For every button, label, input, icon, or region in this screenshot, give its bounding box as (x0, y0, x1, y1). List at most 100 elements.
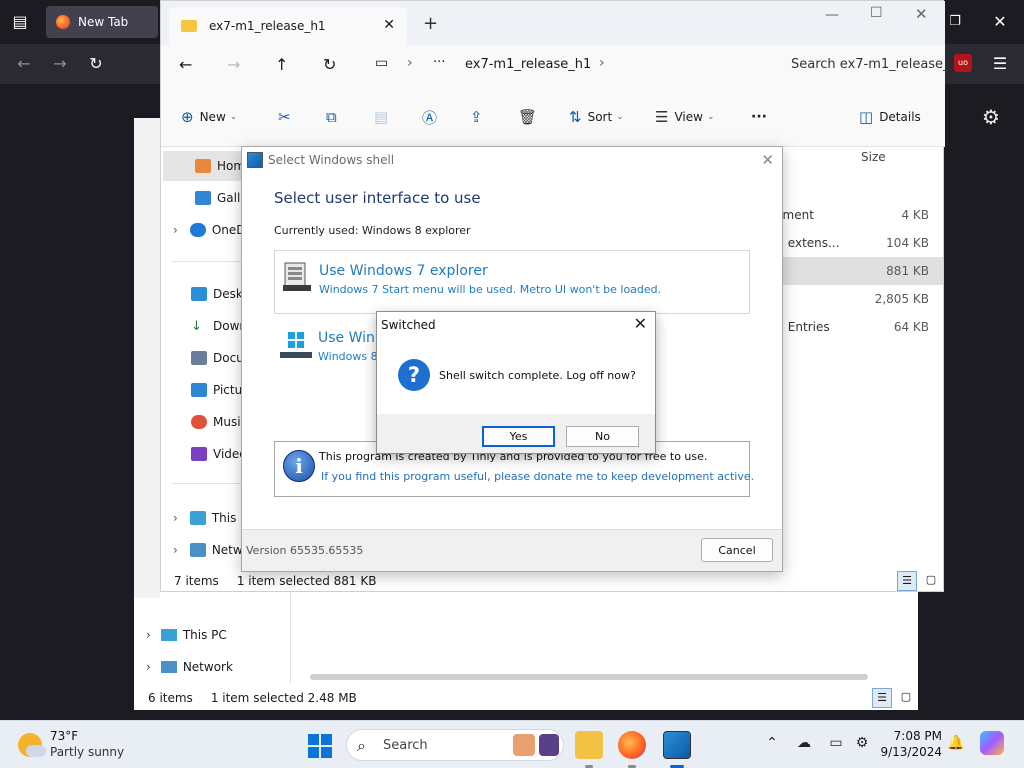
chevron-right-icon: › (407, 55, 413, 71)
no-button[interactable]: No (566, 426, 639, 447)
details-button[interactable]: ◫ Details (859, 107, 921, 127)
file-row-selected[interactable]: tion881 KB (761, 257, 943, 285)
settings-tray-icon[interactable]: ⚙ (852, 735, 872, 751)
mouse-cursor (377, 286, 383, 296)
expand-chevron-icon[interactable]: › (173, 223, 178, 237)
delete-icon[interactable]: 🗑 (518, 107, 537, 127)
nav-item-documents[interactable]: Docu (191, 344, 244, 372)
back-icon[interactable]: ← (179, 55, 192, 74)
option-windows7-explorer[interactable]: Use Windows 7 explorer Windows 7 Start m… (274, 250, 750, 314)
file-size: 64 KB (893, 320, 929, 334)
up-icon[interactable]: ↑ (275, 55, 288, 74)
share-icon[interactable]: ⇪ (470, 107, 483, 127)
minimize-icon[interactable]: — (825, 7, 839, 23)
back-nav-network[interactable]: › Network (146, 652, 233, 682)
file-row[interactable]: tion2,805 KB (761, 285, 943, 313)
clock-time[interactable]: 7:08 PM (892, 729, 942, 743)
breadcrumb-folder[interactable]: ex7-m1_release_h1 (465, 57, 591, 72)
cut-icon[interactable]: ✂ (278, 107, 291, 127)
cancel-button[interactable]: Cancel (701, 538, 773, 562)
details-view-icon[interactable]: ☰ (897, 571, 917, 591)
paste-icon[interactable]: ▤ (374, 107, 388, 127)
file-row[interactable]: ler (761, 341, 943, 369)
firefox-tab-new-tab[interactable]: New Tab (46, 6, 158, 38)
file-row[interactable]: tion extens... 104 KB (761, 229, 943, 257)
onedrive-icon (189, 223, 206, 237)
option-description: Windows 8 (318, 350, 378, 363)
chevron-right-icon: › (599, 55, 605, 71)
expand-chevron-icon[interactable]: › (146, 660, 151, 674)
nav-item-gallery[interactable]: Galle (195, 184, 248, 212)
file-row[interactable]: tion Entries 64 KB (761, 313, 943, 341)
taskbar-search[interactable]: ⌕ Search (346, 729, 564, 761)
close-icon[interactable]: ✕ (761, 151, 774, 169)
nav-item-this-pc[interactable]: › This (173, 504, 236, 532)
restore-icon[interactable]: ❐ (945, 12, 965, 32)
window-close-icon[interactable]: ✕ (915, 5, 928, 23)
notification-bell-icon[interactable]: 🔔 (946, 735, 966, 751)
question-icon: ? (398, 359, 430, 391)
back-icon[interactable]: ← (14, 54, 34, 74)
this-pc-icon[interactable]: ▭ (375, 55, 388, 71)
copilot-icon[interactable] (980, 731, 1004, 755)
breadcrumb-more[interactable]: ··· (433, 55, 445, 70)
status-selected: 1 item selected 2.48 MB (210, 691, 357, 705)
expand-chevron-icon[interactable]: › (173, 543, 178, 557)
close-tab-icon[interactable]: ✕ (383, 17, 395, 33)
size-column-header[interactable]: Size (861, 150, 886, 164)
weather-temp: 73°F (50, 729, 79, 743)
nav-item-onedrive[interactable]: › OneD (173, 216, 246, 244)
forward-icon[interactable]: → (227, 55, 240, 74)
nav-item-music[interactable]: Musi (191, 408, 241, 436)
clock-date[interactable]: 9/13/2024 (880, 745, 942, 759)
display-tray-icon[interactable]: ▭ (826, 735, 846, 751)
close-icon[interactable]: ✕ (990, 12, 1010, 32)
nav-item-downloads[interactable]: ↓ Down (191, 312, 247, 340)
file-list: Size ocument4 KB tion extens...104 KB ti… (761, 147, 943, 567)
back-nav-this-pc[interactable]: › This PC (146, 620, 227, 650)
version-label: Version 65535.65535 (246, 544, 364, 557)
expand-chevron-icon[interactable]: › (146, 628, 151, 642)
close-icon[interactable]: ✕ (634, 314, 647, 333)
start-icon-tile (308, 747, 319, 758)
tiles-view-icon[interactable]: ▢ (896, 688, 916, 708)
file-explorer-icon[interactable] (575, 731, 603, 759)
view-button[interactable]: ☰ View ⌄ (655, 107, 714, 127)
new-tab-icon[interactable]: + (423, 13, 438, 34)
nav-item-network[interactable]: › Netw (173, 536, 243, 564)
see-more-button[interactable]: ··· (751, 107, 767, 127)
maximize-icon[interactable]: ☐ (870, 5, 883, 21)
details-view-icon[interactable]: ☰ (872, 688, 892, 708)
settings-gear-icon[interactable]: ⚙ (982, 105, 1000, 129)
reload-icon[interactable]: ↻ (86, 54, 106, 74)
tab-list-icon[interactable]: ▤ (10, 12, 30, 32)
nav-item-videos[interactable]: Video (191, 440, 247, 468)
ublock-icon[interactable]: uo (954, 54, 972, 72)
shell-switcher-taskbar-icon[interactable] (663, 731, 691, 759)
copy-icon[interactable]: ⧉ (326, 107, 337, 127)
windows7-explorer-icon (281, 261, 313, 293)
horizontal-scrollbar[interactable] (310, 674, 868, 680)
tiles-view-icon[interactable]: ▢ (921, 571, 941, 591)
donate-link[interactable]: If you find this program useful, please … (321, 470, 754, 483)
chevron-up-icon[interactable]: ⌃ (762, 735, 782, 751)
firefox-taskbar-icon[interactable] (618, 731, 646, 759)
yes-button[interactable]: Yes (482, 426, 555, 447)
menu-icon[interactable]: ☰ (990, 54, 1010, 74)
expand-chevron-icon[interactable]: › (173, 511, 178, 525)
explorer-tab[interactable]: ex7-m1_release_h1 ✕ (169, 7, 407, 45)
refresh-icon[interactable]: ↻ (323, 55, 336, 74)
rename-icon[interactable]: Ⓐ (422, 107, 437, 127)
file-row[interactable]: ocument 4 KB (761, 201, 943, 229)
forward-icon[interactable]: → (50, 54, 70, 74)
start-button[interactable] (308, 734, 332, 758)
network-tray-icon[interactable]: ☁ (794, 735, 814, 751)
new-button[interactable]: ⊕ New ⌄ (181, 107, 237, 127)
nav-item-pictures[interactable]: Pictu (191, 376, 242, 404)
file-row[interactable]: ler (761, 369, 943, 397)
nav-item-desktop[interactable]: Deskt (191, 280, 248, 308)
search-box[interactable]: Search ex7-m1_release_h (777, 45, 945, 85)
sort-button[interactable]: ⇅ Sort ⌄ (569, 107, 624, 127)
nav-label: Netw (211, 543, 243, 557)
dialog-title: Select Windows shell (268, 153, 395, 167)
